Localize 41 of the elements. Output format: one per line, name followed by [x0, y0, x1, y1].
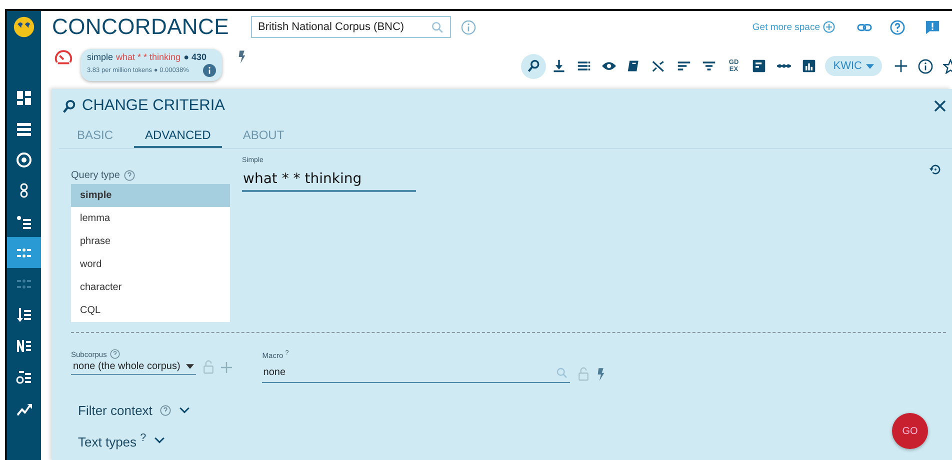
query-type-option[interactable]: CQL: [71, 299, 230, 322]
plus-icon[interactable]: [894, 59, 908, 73]
search-icon: [431, 20, 444, 34]
logo-icon[interactable]: [13, 16, 35, 38]
text-types-toggle[interactable]: Text types $^{?}$: [78, 432, 146, 449]
criteria-tab[interactable]: ADVANCED: [134, 122, 222, 148]
macro-input-field[interactable]: none: [262, 366, 570, 382]
help-icon[interactable]: [110, 349, 120, 359]
filter-context-toggle[interactable]: Filter context: [78, 402, 152, 418]
query-type-option[interactable]: phrase: [71, 230, 230, 253]
query-type-text: simple: [87, 52, 114, 62]
history-icon[interactable]: [929, 163, 942, 176]
lightning-icon[interactable]: [597, 368, 606, 380]
query-type-option[interactable]: character: [71, 276, 230, 299]
corpus-search-field[interactable]: British National Corpus (BNC): [251, 16, 451, 38]
panel-title: CHANGE CRITERIA: [82, 97, 225, 115]
hits-count: ● 430: [184, 52, 207, 62]
chevron-down-icon[interactable]: [154, 436, 166, 444]
help-icon[interactable]: [890, 20, 905, 34]
search-icon: [62, 98, 77, 114]
info-icon[interactable]: [918, 58, 933, 74]
caret-icon: [186, 364, 194, 369]
query-input-field[interactable]: what * * thinking: [242, 167, 416, 192]
query-type-option[interactable]: lemma: [71, 207, 230, 230]
subcorpus-select[interactable]: none (the whole corpus): [71, 359, 196, 375]
query-text: what * * thinking: [116, 52, 181, 62]
chevron-down-icon[interactable]: [179, 406, 190, 414]
query-type-label: Query type: [71, 170, 120, 181]
query-type-option[interactable]: simple: [71, 184, 230, 207]
feedback-icon[interactable]: [925, 20, 940, 34]
go-button[interactable]: GO: [892, 413, 928, 449]
query-type-option[interactable]: word: [71, 253, 230, 276]
search-icon[interactable]: [521, 54, 546, 78]
caret-icon: [866, 64, 874, 68]
close-icon[interactable]: [934, 100, 946, 112]
help-icon[interactable]: [124, 170, 135, 181]
lightning-icon[interactable]: [238, 50, 246, 64]
app-title: CONCORDANCE: [52, 14, 229, 40]
info-icon[interactable]: [202, 64, 216, 77]
help-icon[interactable]: [160, 404, 172, 416]
plus-circle-icon[interactable]: [823, 21, 835, 33]
